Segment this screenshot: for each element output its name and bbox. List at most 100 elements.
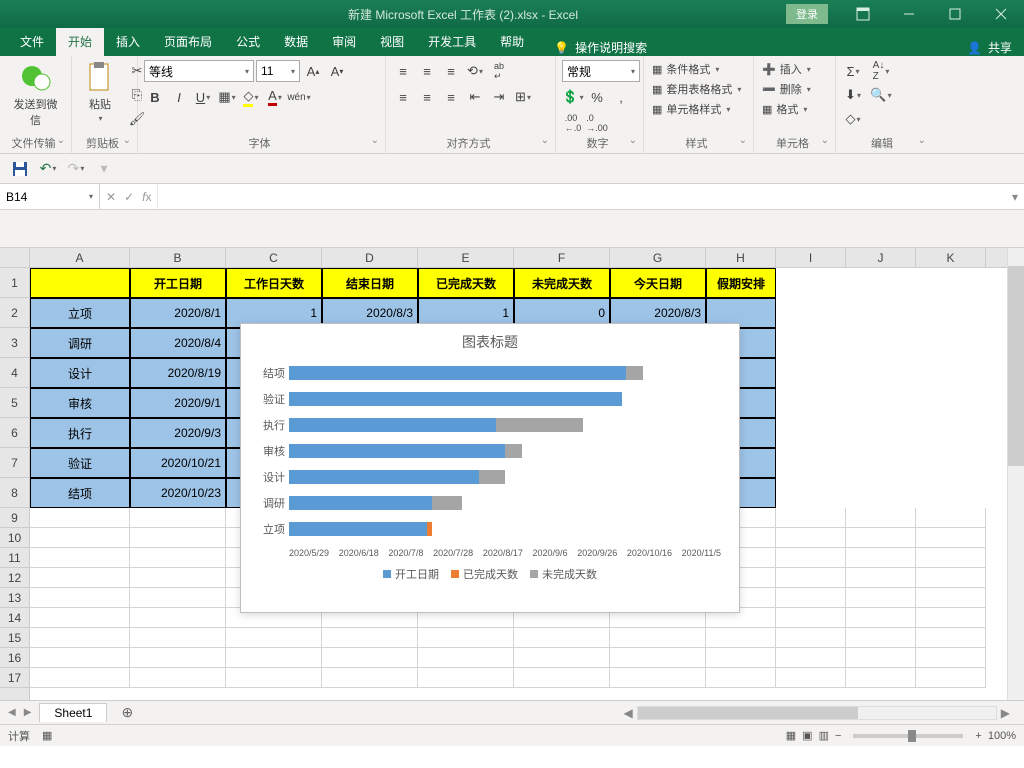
cell[interactable] [706, 628, 776, 648]
tab-review[interactable]: 审阅 [320, 27, 368, 56]
bold-button[interactable]: B [144, 86, 166, 108]
row-header[interactable]: 10 [0, 528, 29, 548]
phonetic-button[interactable]: wén▾ [288, 86, 310, 108]
cell[interactable] [130, 628, 226, 648]
cell[interactable] [916, 528, 986, 548]
horizontal-scrollbar[interactable]: ◀ ▶ [147, 706, 1016, 720]
cell[interactable] [776, 548, 846, 568]
column-header[interactable]: K [916, 248, 986, 267]
cell[interactable] [916, 608, 986, 628]
cell[interactable] [130, 528, 226, 548]
cell[interactable]: 审核 [30, 388, 130, 418]
decrease-decimal-button[interactable]: .0→.00 [586, 112, 608, 134]
cell[interactable]: 工作日天数 [226, 268, 322, 298]
cell[interactable] [916, 548, 986, 568]
minimize-icon[interactable] [886, 0, 932, 28]
tab-layout[interactable]: 页面布局 [152, 27, 224, 56]
cell[interactable] [30, 508, 130, 528]
cell[interactable] [846, 508, 916, 528]
autosum-button[interactable]: Σ▾ [842, 60, 864, 82]
worksheet[interactable]: ABCDEFGHIJK 1234567891011121314151617 开工… [0, 248, 1024, 700]
cell[interactable] [30, 648, 130, 668]
cell[interactable] [226, 668, 322, 688]
cell[interactable] [916, 628, 986, 648]
zoom-in-button[interactable]: + [975, 730, 981, 742]
row-header[interactable]: 5 [0, 388, 29, 418]
row-header[interactable]: 14 [0, 608, 29, 628]
column-header[interactable]: I [776, 248, 846, 267]
cell[interactable] [30, 568, 130, 588]
align-top-button[interactable]: ≡ [392, 60, 414, 82]
share-button[interactable]: 共享 [988, 39, 1012, 56]
clear-button[interactable]: ◇▾ [842, 108, 864, 130]
cell[interactable] [846, 608, 916, 628]
tab-home[interactable]: 开始 [56, 27, 104, 56]
cell[interactable]: 已完成天数 [418, 268, 514, 298]
page-layout-view-icon[interactable]: ▣ [802, 729, 812, 742]
row-header[interactable]: 13 [0, 588, 29, 608]
tab-dev[interactable]: 开发工具 [416, 27, 488, 56]
cell[interactable] [130, 608, 226, 628]
cell[interactable] [30, 548, 130, 568]
embedded-chart[interactable]: 图表标题 结项验证执行审核设计调研立项 2020/5/292020/6/1820… [240, 323, 740, 613]
cell[interactable] [130, 588, 226, 608]
increase-indent-button[interactable]: ⇥ [488, 86, 510, 108]
cell[interactable] [846, 568, 916, 588]
normal-view-icon[interactable]: ▦ [786, 729, 796, 742]
sort-filter-button[interactable]: A↓Z▾ [866, 60, 896, 82]
row-header[interactable]: 2 [0, 298, 29, 328]
cell[interactable]: 未完成天数 [514, 268, 610, 298]
align-center-button[interactable]: ≡ [416, 86, 438, 108]
tab-formulas[interactable]: 公式 [224, 27, 272, 56]
cell[interactable] [776, 668, 846, 688]
table-format-button[interactable]: ▦套用表格格式▾ [650, 80, 743, 98]
cell[interactable] [916, 588, 986, 608]
cell[interactable] [916, 668, 986, 688]
italic-button[interactable]: I [168, 86, 190, 108]
sheet-tab-sheet1[interactable]: Sheet1 [39, 703, 107, 722]
accounting-format-button[interactable]: 💲▾ [562, 86, 584, 108]
cell[interactable] [846, 628, 916, 648]
paste-button[interactable]: 粘贴▾ [78, 60, 122, 125]
cell[interactable] [846, 548, 916, 568]
column-header[interactable]: J [846, 248, 916, 267]
row-header[interactable]: 16 [0, 648, 29, 668]
send-to-wechat-button[interactable]: 发送到微信 [6, 60, 65, 130]
cell[interactable]: 今天日期 [610, 268, 706, 298]
cell[interactable] [776, 648, 846, 668]
column-header[interactable]: G [610, 248, 706, 267]
tab-view[interactable]: 视图 [368, 27, 416, 56]
align-left-button[interactable]: ≡ [392, 86, 414, 108]
cell[interactable] [130, 668, 226, 688]
cell[interactable] [130, 648, 226, 668]
row-header[interactable]: 3 [0, 328, 29, 358]
cell[interactable]: 设计 [30, 358, 130, 388]
add-sheet-button[interactable]: ⊕ [115, 704, 139, 721]
cell[interactable] [30, 668, 130, 688]
cell[interactable] [30, 588, 130, 608]
cell[interactable] [30, 268, 130, 298]
tab-file[interactable]: 文件 [8, 27, 56, 56]
row-header[interactable]: 8 [0, 478, 29, 508]
cell[interactable] [130, 548, 226, 568]
qat-customize-button[interactable]: ▾ [92, 157, 116, 181]
delete-cells-button[interactable]: ➖删除▾ [760, 80, 813, 98]
cell[interactable] [30, 608, 130, 628]
align-bottom-button[interactable]: ≡ [440, 60, 462, 82]
macro-record-icon[interactable]: ▦ [42, 729, 52, 742]
percent-format-button[interactable]: % [586, 86, 608, 108]
cell[interactable]: 2020/10/21 [130, 448, 226, 478]
column-header[interactable]: D [322, 248, 418, 267]
cell[interactable] [322, 628, 418, 648]
row-header[interactable]: 9 [0, 508, 29, 528]
enter-formula-icon[interactable]: ✓ [124, 190, 134, 204]
decrease-indent-button[interactable]: ⇤ [464, 86, 486, 108]
column-header[interactable]: A [30, 248, 130, 267]
name-box[interactable]: B14▾ [0, 184, 100, 209]
cell[interactable] [776, 588, 846, 608]
cell[interactable] [322, 648, 418, 668]
comma-format-button[interactable]: , [610, 86, 632, 108]
cell[interactable] [610, 648, 706, 668]
expand-formula-bar-icon[interactable]: ▾ [1006, 190, 1024, 204]
column-header[interactable]: F [514, 248, 610, 267]
